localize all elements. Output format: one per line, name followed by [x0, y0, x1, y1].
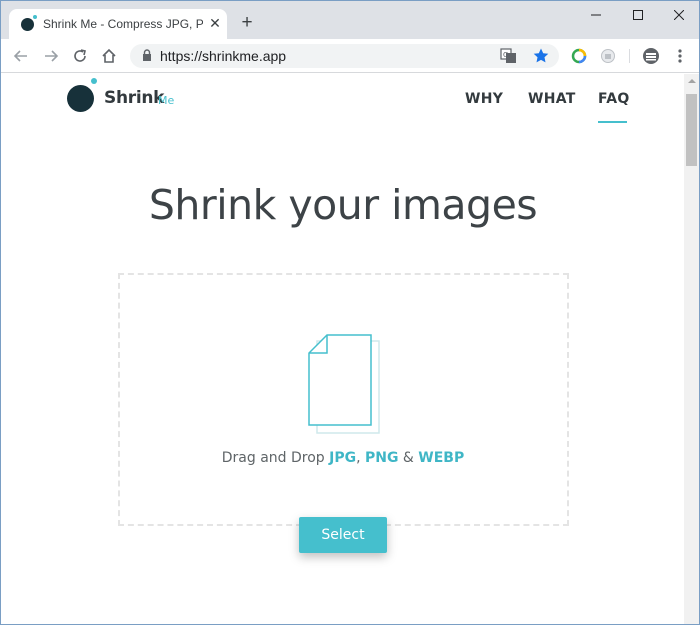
favicon-icon — [21, 15, 37, 31]
select-button[interactable]: Select — [299, 517, 387, 553]
drop-prefix: Drag and Drop — [221, 450, 325, 466]
minimize-button[interactable] — [583, 5, 609, 25]
url-text: https://shrinkme.app — [160, 48, 287, 64]
page-viewport: Shrink Me WHY WHAT FAQ Shrink your image… — [1, 74, 699, 624]
reload-button[interactable] — [70, 46, 90, 66]
page-headline: Shrink your images — [148, 181, 538, 229]
address-bar[interactable]: https://shrinkme.app G — [130, 44, 559, 68]
back-button[interactable] — [11, 46, 31, 66]
back-arrow-icon — [13, 50, 27, 62]
profile-button[interactable] — [641, 46, 661, 66]
home-icon — [102, 48, 116, 63]
logo-accent-dot — [91, 78, 97, 84]
maximize-button[interactable] — [625, 5, 651, 25]
logo-subtext: Me — [158, 94, 175, 107]
logo-dot-icon — [67, 85, 94, 112]
scrollbar-thumb[interactable] — [686, 94, 697, 166]
reload-icon — [74, 49, 86, 62]
lock-icon — [143, 49, 151, 61]
tab-title: Shrink Me - Compress JPG, PNG — [43, 17, 203, 31]
maximize-icon — [633, 10, 643, 20]
translate-icon[interactable]: G — [500, 47, 518, 65]
forward-arrow-icon — [45, 50, 59, 62]
nav-what[interactable]: WHAT — [528, 91, 576, 107]
tab-strip: Shrink Me - Compress JPG, PNG ✕ + — [1, 1, 699, 39]
close-icon — [674, 10, 684, 20]
drop-instructions: Drag and Drop JPG, PNG & WEBP — [1, 450, 685, 466]
svg-text:G: G — [503, 51, 508, 59]
browser-toolbar: https://shrinkme.app G — [1, 39, 699, 73]
extension-gray-button[interactable] — [598, 46, 618, 66]
minimize-icon — [591, 14, 601, 16]
format-png: PNG — [365, 450, 399, 466]
browser-tab[interactable]: Shrink Me - Compress JPG, PNG ✕ — [9, 9, 227, 39]
format-webp: WEBP — [418, 450, 465, 466]
nav-why[interactable]: WHY — [465, 91, 503, 107]
document-icon — [308, 334, 380, 434]
speedometer-icon — [571, 48, 587, 64]
kebab-menu-icon — [678, 49, 682, 63]
extension-icon — [601, 49, 615, 63]
new-tab-button[interactable]: + — [237, 13, 257, 33]
extension-speed-button[interactable] — [569, 46, 589, 66]
forward-button[interactable] — [41, 46, 61, 66]
nav-faq[interactable]: FAQ — [598, 91, 630, 107]
vertical-scrollbar[interactable] — [684, 74, 699, 624]
bookmark-star-icon[interactable] — [532, 47, 550, 65]
logo-text: Shrink — [104, 88, 165, 108]
home-button[interactable] — [99, 46, 119, 66]
profile-avatar-icon — [643, 48, 659, 64]
menu-button[interactable] — [670, 46, 690, 66]
separator-amp: & — [402, 450, 414, 466]
window-close-button[interactable] — [666, 5, 692, 25]
format-jpg: JPG — [329, 450, 357, 466]
tab-close-icon[interactable]: ✕ — [207, 15, 223, 31]
scroll-up-arrow-icon[interactable] — [688, 79, 696, 83]
toolbar-divider — [629, 49, 630, 63]
browser-window: Shrink Me - Compress JPG, PNG ✕ + ht — [0, 0, 700, 625]
nav-active-underline — [598, 121, 627, 123]
separator-comma: , — [356, 450, 361, 466]
